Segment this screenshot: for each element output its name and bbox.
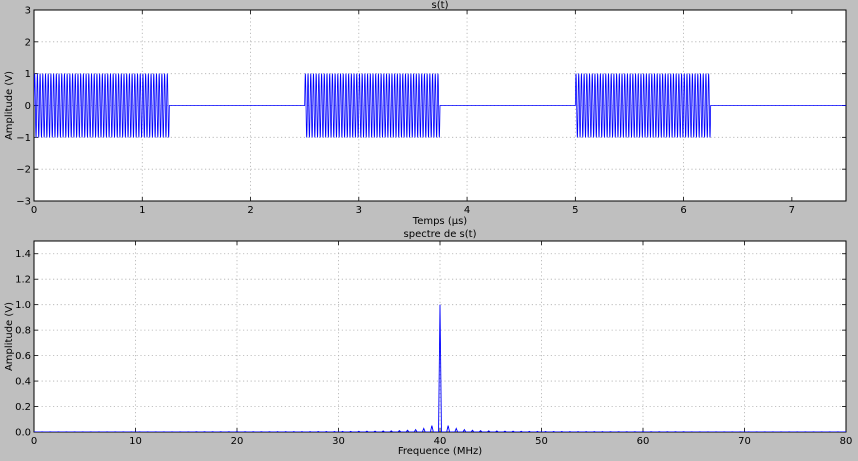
spectrum-xtick-label: 80 <box>840 436 853 447</box>
spectrum-ytick-label: 0.2 <box>15 402 31 413</box>
spectrum-ytick-label: 0.6 <box>15 351 31 362</box>
spectrum-ytick-label: 1.2 <box>15 275 31 286</box>
spectrum-ytick-label: 0.0 <box>15 428 31 439</box>
spectrum-ytick-label: 0.8 <box>15 326 31 337</box>
spectrum-plot-title: spectre de s(t) <box>404 229 477 240</box>
spectrum-xtick-label: 50 <box>535 436 548 447</box>
time-ytick-label: −2 <box>16 165 31 176</box>
spectrum-plot: 0 10 20 30 40 50 60 70 800.00.20.40.60.81.01.21.… <box>4 229 852 457</box>
spectrum-plot-ylabel: Amplitude (V) <box>4 302 15 371</box>
time-xtick-label: 6 <box>680 205 686 216</box>
time-ytick-label: −3 <box>16 197 31 208</box>
time-xtick-label: 1 <box>139 205 145 216</box>
time-xtick-label: 0 <box>31 205 37 216</box>
time-xtick-label: 5 <box>572 205 578 216</box>
time-ytick-label: −1 <box>16 133 31 144</box>
time-plot: 0 1 2 3 4 5 6 7 −3 −2 −1 0 1 2 3 s(t) Temps (µs) Ampli… <box>4 0 847 227</box>
time-xtick-label: 2 <box>247 205 253 216</box>
time-plot-ylabel: Amplitude (V) <box>4 71 15 140</box>
time-plot-xlabel: Temps (µs) <box>412 216 468 227</box>
time-ytick-label: 3 <box>25 6 31 17</box>
spectrum-ytick-label: 1.4 <box>15 249 31 260</box>
spectrum-ytick-label: 1.0 <box>15 300 31 311</box>
time-plot-title: s(t) <box>432 0 449 11</box>
spectrum-xtick-label: 0 <box>31 436 37 447</box>
spectrum-xtick-label: 70 <box>738 436 751 447</box>
time-xtick-label: 4 <box>464 205 470 216</box>
time-xtick-label: 3 <box>356 205 362 216</box>
time-ytick-label: 2 <box>25 37 31 48</box>
time-ytick-label: 1 <box>25 69 31 80</box>
time-ytick-label: 0 <box>25 101 31 112</box>
figure: 0 1 2 3 4 5 6 7 −3 −2 −1 0 1 2 3 s(t) Temps (µs) Ampli… <box>4 0 852 457</box>
spectrum-xtick-label: 20 <box>231 436 244 447</box>
spectrum-ytick-label: 0.4 <box>15 377 31 388</box>
time-xtick-label: 7 <box>789 205 795 216</box>
spectrum-plot-xlabel: Frequence (MHz) <box>398 446 482 457</box>
spectrum-xtick-label: 30 <box>332 436 345 447</box>
spectrum-xtick-label: 60 <box>637 436 650 447</box>
spectrum-xtick-label: 10 <box>129 436 142 447</box>
